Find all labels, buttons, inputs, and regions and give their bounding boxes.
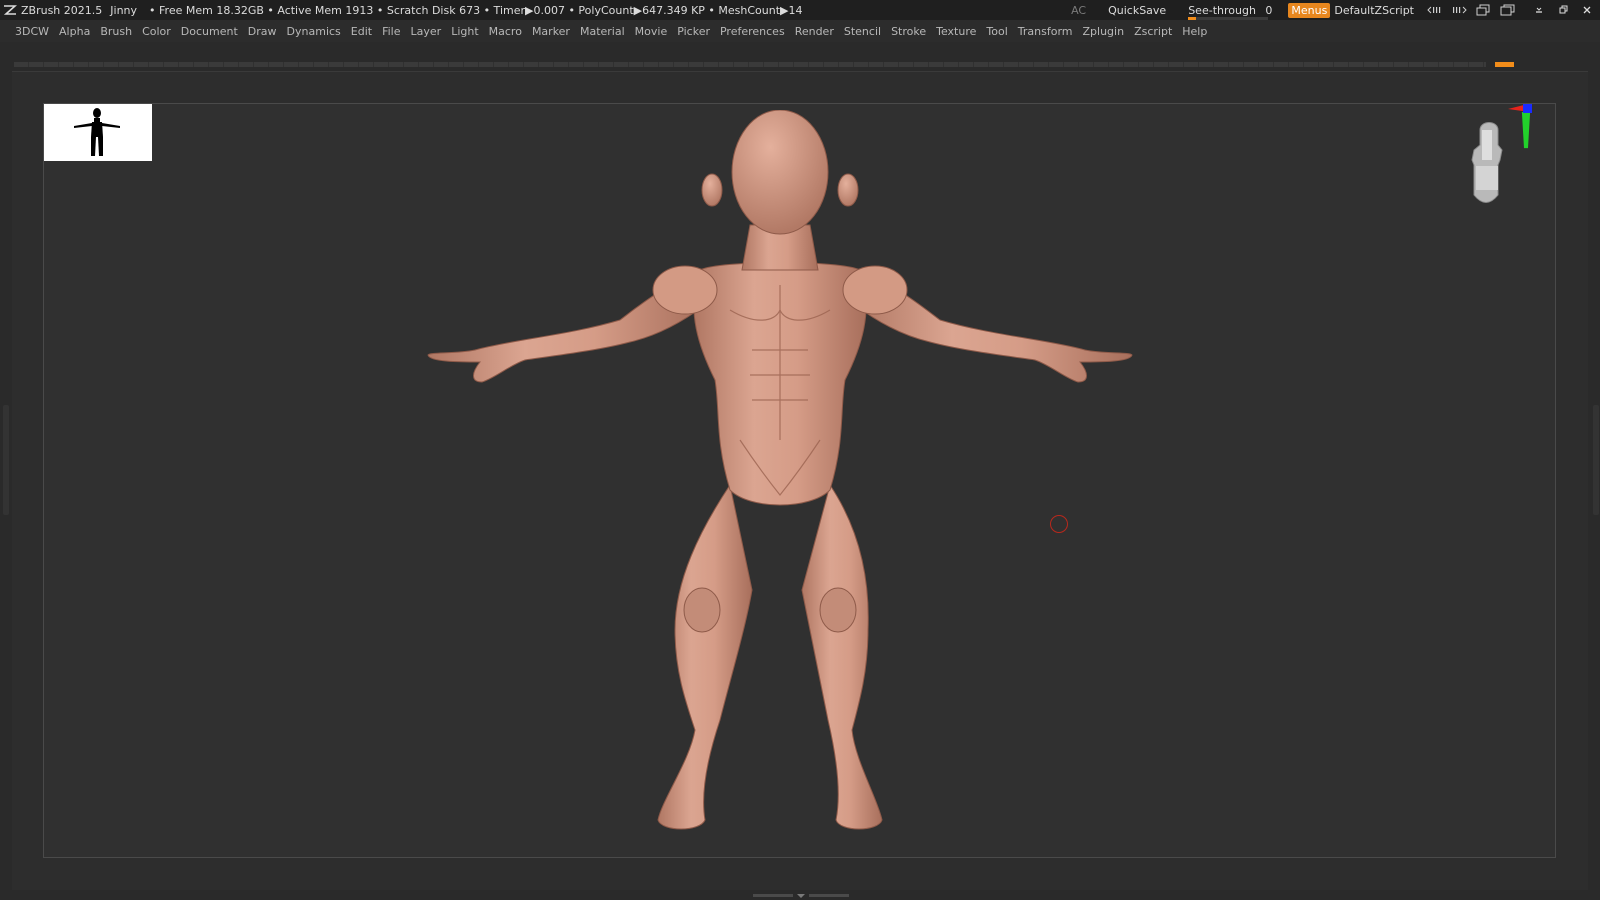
menu-item-layer[interactable]: Layer (406, 25, 447, 38)
seethrough-slider[interactable]: See-through 0 (1186, 3, 1274, 20)
menu-item-picker[interactable]: Picker (672, 25, 715, 38)
model-thumbnail[interactable] (44, 104, 152, 161)
bottom-tray-handle[interactable] (748, 893, 854, 898)
menu-item-preferences[interactable]: Preferences (715, 25, 790, 38)
y-axis-arrow (1521, 112, 1531, 149)
menu-item-brush[interactable]: Brush (95, 25, 137, 38)
titlebar-controls: AC QuickSave See-through 0 Menus Default… (1071, 0, 1600, 20)
seethrough-value: 0 (1265, 3, 1273, 17)
menu-item-light[interactable]: Light (446, 25, 483, 38)
ui-restore-icon[interactable] (1498, 3, 1516, 17)
brush-cursor (1050, 515, 1068, 533)
menu-item-movie[interactable]: Movie (630, 25, 673, 38)
menu-item-tool[interactable]: Tool (981, 25, 1012, 38)
menu-item-help[interactable]: Help (1177, 25, 1212, 38)
menus-toggle-button[interactable]: Menus (1288, 2, 1331, 18)
menu-item-stencil[interactable]: Stencil (839, 25, 886, 38)
close-icon[interactable] (1578, 3, 1596, 17)
thumbnail-silhouette-icon (74, 108, 120, 156)
menu-item-draw[interactable]: Draw (243, 25, 282, 38)
menu-item-zplugin[interactable]: Zplugin (1078, 25, 1130, 38)
quicksave-button[interactable]: QuickSave (1108, 4, 1166, 17)
left-tray-handle[interactable] (3, 405, 9, 515)
orientation-gizmo[interactable] (1460, 100, 1540, 215)
default-zscript-button[interactable]: DefaultZScript (1334, 4, 1414, 17)
ui-swap-icon[interactable] (1474, 3, 1492, 17)
main-menu-bar: 3DCW Alpha Brush Color Document Draw Dynamics E… (0, 20, 1600, 42)
menu-item-color[interactable]: Color (137, 25, 176, 38)
ui-layout-right-icon[interactable] (1450, 3, 1468, 17)
memory-stats: • Free Mem 18.32GB • Active Mem 1913 • S… (149, 3, 803, 17)
shelf-marker[interactable] (1495, 62, 1514, 67)
menu-item-render[interactable]: Render (790, 25, 839, 38)
seethrough-label: See-through (1188, 3, 1256, 17)
menu-item-document[interactable]: Document (176, 25, 243, 38)
top-shelf (14, 62, 1486, 67)
ac-toggle[interactable]: AC (1071, 4, 1086, 17)
ui-layout-left-icon[interactable] (1426, 3, 1444, 17)
menu-item-marker[interactable]: Marker (527, 25, 575, 38)
menu-item-material[interactable]: Material (575, 25, 630, 38)
menu-item-file[interactable]: File (377, 25, 405, 38)
menu-item-stroke[interactable]: Stroke (886, 25, 931, 38)
gizmo-head-icon (1471, 122, 1503, 203)
zbrush-logo-icon (3, 3, 17, 17)
right-tray-handle[interactable] (1593, 405, 1599, 515)
menu-item-3dcw[interactable]: 3DCW (0, 25, 54, 38)
project-name: Jinny (110, 3, 138, 17)
menu-item-alpha[interactable]: Alpha (54, 25, 95, 38)
sculpt-model-figure[interactable] (400, 110, 1160, 845)
menu-item-transform[interactable]: Transform (1013, 25, 1078, 38)
title-bar: ZBrush 2021.5 Jinny • Free Mem 18.32GB •… (0, 0, 1600, 20)
menu-item-macro[interactable]: Macro (484, 25, 527, 38)
menu-item-dynamics[interactable]: Dynamics (282, 25, 346, 38)
minimize-icon[interactable] (1530, 3, 1548, 17)
app-version: ZBrush 2021.5 (21, 3, 103, 17)
menu-item-texture[interactable]: Texture (931, 25, 981, 38)
menu-item-zscript[interactable]: Zscript (1129, 25, 1177, 38)
menu-item-edit[interactable]: Edit (346, 25, 377, 38)
maximize-icon[interactable] (1554, 3, 1572, 17)
z-axis-cube (1523, 104, 1532, 113)
tray-toggle-icon[interactable] (797, 893, 805, 898)
